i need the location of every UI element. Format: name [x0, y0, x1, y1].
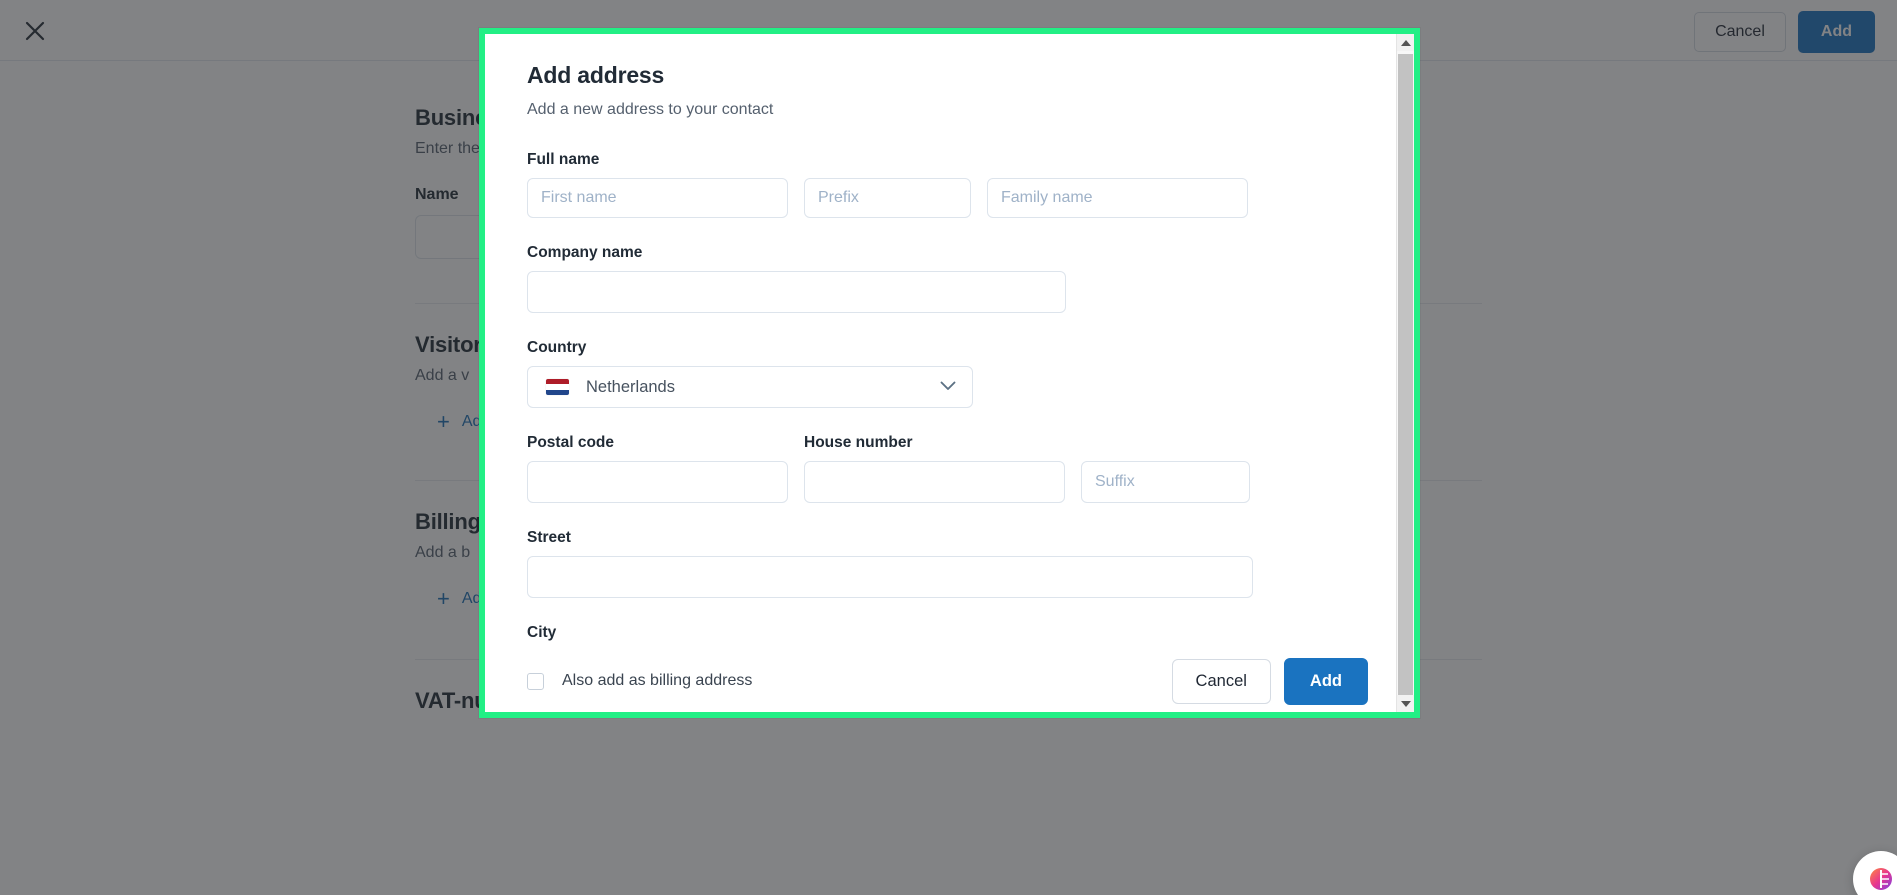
house-number-input[interactable] [804, 461, 1065, 503]
add-address-dialog-highlight: Add address Add a new address to your co… [479, 28, 1420, 718]
billing-address-checkbox[interactable] [527, 672, 544, 690]
form-group-full-name: Full name [527, 151, 1354, 218]
chevron-down-icon [940, 378, 956, 396]
company-name-input[interactable] [527, 271, 1066, 313]
dialog-footer-actions: Cancel Add [1171, 657, 1368, 705]
family-name-input[interactable] [987, 178, 1248, 218]
scroll-down-arrow-icon[interactable] [1397, 695, 1414, 712]
scroll-up-arrow-icon[interactable] [1397, 34, 1414, 51]
dialog-scroll-area: Add address Add a new address to your co… [485, 34, 1396, 712]
screen: Cancel Add Business Enter the Name Visit… [0, 0, 1897, 895]
label-postal-code: Postal code [527, 434, 614, 451]
full-name-row [527, 178, 1354, 218]
scrollbar-thumb[interactable] [1398, 54, 1413, 712]
form-group-street: Street [527, 529, 1354, 598]
dialog-body: Add address Add a new address to your co… [485, 34, 1396, 712]
form-group-company-name: Company name [527, 244, 1354, 313]
add-address-dialog: Add address Add a new address to your co… [485, 34, 1414, 712]
label-country: Country [527, 339, 587, 356]
label-street: Street [527, 529, 571, 546]
billing-checkbox-wrapper[interactable]: Also add as billing address [527, 672, 752, 690]
address-numbers-row [527, 461, 1354, 503]
label-city: City [527, 624, 557, 641]
country-selected-value: Netherlands [586, 377, 675, 396]
dialog-title: Add address [527, 62, 665, 88]
label-company-name: Company name [527, 244, 643, 261]
country-select[interactable]: Netherlands [527, 366, 973, 408]
billing-checkbox-label: Also add as billing address [562, 672, 753, 689]
postal-code-input[interactable] [527, 461, 788, 503]
prefix-input[interactable] [804, 178, 971, 218]
brain-icon [1870, 868, 1892, 890]
suffix-input[interactable] [1081, 461, 1250, 503]
form-group-address-numbers: Postal code House number [527, 434, 1354, 503]
form-group-country: Country Netherlands [527, 339, 1354, 408]
netherlands-flag-icon [546, 379, 569, 395]
address-numbers-labels: Postal code House number [527, 434, 1354, 461]
dialog-footer: Also add as billing address Cancel Add [485, 650, 1396, 712]
street-input[interactable] [527, 556, 1253, 598]
dialog-subtitle: Add a new address to your contact [527, 101, 774, 118]
dialog-add-button[interactable]: Add [1283, 657, 1368, 705]
first-name-input[interactable] [527, 178, 788, 218]
label-house-number: House number [804, 434, 913, 451]
dialog-cancel-button[interactable]: Cancel [1171, 658, 1271, 704]
dialog-scrollbar[interactable] [1396, 34, 1414, 712]
label-full-name: Full name [527, 151, 600, 168]
